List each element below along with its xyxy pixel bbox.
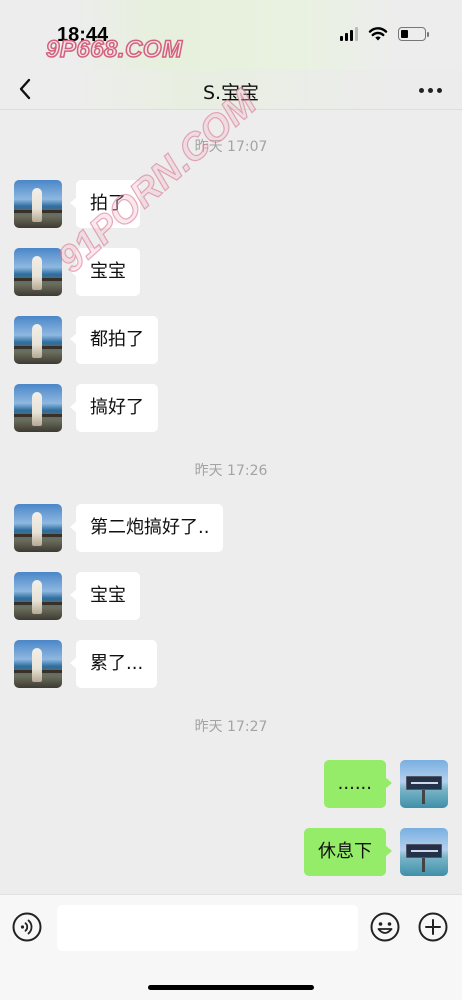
contact-avatar[interactable] [14,248,62,296]
timestamp: 昨天 17:26 [194,463,268,479]
message-bubble[interactable]: ...... [323,760,393,808]
contact-avatar[interactable] [14,504,62,552]
contact-avatar[interactable] [14,572,62,620]
ellipsis-icon[interactable] [419,80,442,100]
home-indicator[interactable] [148,985,314,990]
wifi-icon [368,27,388,41]
incoming-message: 都拍了 [14,316,158,364]
contact-avatar[interactable] [14,316,62,364]
contact-avatar[interactable] [14,640,62,688]
emoji-icon[interactable] [370,912,402,944]
battery-icon [398,27,429,41]
message-bubble[interactable]: 搞好了 [70,384,158,432]
self-avatar[interactable] [400,760,448,808]
incoming-message: 搞好了 [14,384,158,432]
message-bubble[interactable]: 宝宝 [70,572,140,620]
signal-icon [340,27,358,41]
message-input[interactable] [57,905,358,951]
contact-avatar[interactable] [14,384,62,432]
voice-icon[interactable] [12,912,44,944]
message-bubble[interactable]: 拍了 [70,180,140,228]
timestamp: 昨天 17:07 [194,139,268,155]
nav-bar: S.宝宝 [0,70,462,110]
incoming-message: 第二炮搞好了.. [14,504,224,552]
message-bubble[interactable]: 都拍了 [70,316,158,364]
status-bar: 18:44 9P668.COM [0,0,462,70]
plus-icon[interactable] [418,912,450,944]
outgoing-message: ...... [323,760,448,808]
message-bubble[interactable]: 休息下 [304,828,392,876]
timestamp: 昨天 17:27 [194,719,268,735]
status-icons [340,26,429,42]
top-watermark: 9P668.COM [45,35,183,64]
message-bubble[interactable]: 宝宝 [70,248,140,296]
incoming-message: 拍了 [14,180,140,228]
self-avatar[interactable] [400,828,448,876]
incoming-message: 宝宝 [14,248,140,296]
message-bubble[interactable]: 累了... [69,640,158,688]
message-bubble[interactable]: 第二炮搞好了.. [69,504,224,552]
contact-avatar[interactable] [14,180,62,228]
incoming-message: 宝宝 [14,572,140,620]
chat-title: S.宝宝 [202,82,260,104]
outgoing-message: 休息下 [304,828,448,876]
message-list[interactable]: 昨天 17:07 拍了 宝宝 都拍了 搞好了 昨天 17:26 第二炮搞好了.. 宝宝 累了..… [0,111,462,894]
incoming-message: 累了... [14,640,158,688]
